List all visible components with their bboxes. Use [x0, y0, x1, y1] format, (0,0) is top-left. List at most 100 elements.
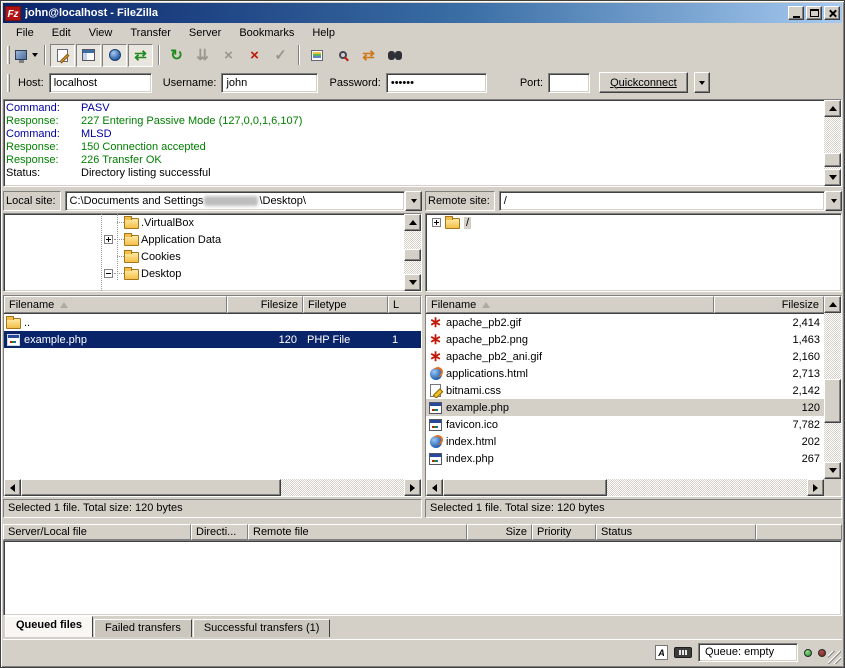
maximize-button[interactable] — [806, 6, 822, 20]
menu-server[interactable]: Server — [180, 25, 230, 41]
scroll-track[interactable] — [21, 479, 404, 496]
port-input[interactable] — [548, 73, 590, 93]
toggle-message-log-button[interactable] — [50, 44, 75, 67]
local-hscrollbar[interactable] — [4, 479, 421, 496]
remote-hscrollbar[interactable] — [426, 479, 824, 496]
menu-file[interactable]: File — [7, 25, 43, 41]
filename-filters-button[interactable] — [330, 44, 355, 67]
remote-site-combo[interactable]: / — [499, 191, 842, 211]
scroll-up-button[interactable] — [404, 214, 421, 231]
toggle-queue-button[interactable]: ⇄ — [128, 44, 153, 67]
scroll-thumb[interactable] — [21, 479, 281, 496]
menu-view[interactable]: View — [80, 25, 122, 41]
scroll-down-button[interactable] — [824, 169, 841, 186]
file-row[interactable]: ∗apache_pb2.png1,463 — [426, 331, 824, 348]
scroll-thumb[interactable] — [404, 249, 421, 261]
tree-item-virtualbox[interactable]: .VirtualBox — [4, 214, 421, 231]
scroll-track[interactable] — [824, 313, 841, 462]
toggle-local-tree-button[interactable] — [76, 44, 101, 67]
menu-bookmarks[interactable]: Bookmarks — [230, 25, 303, 41]
column-header-filetype[interactable]: Filetype — [303, 296, 388, 313]
tree-item-root[interactable]: / — [426, 214, 841, 231]
file-row-parent-dir[interactable]: .. — [4, 314, 421, 331]
column-header-server-local-file[interactable]: Server/Local file — [3, 524, 191, 540]
close-icon — [828, 9, 837, 18]
scroll-track[interactable] — [443, 479, 807, 496]
local-path-field[interactable]: C:\Documents and Settings\Desktop\ — [65, 191, 405, 211]
remote-path-field[interactable]: / — [499, 191, 825, 211]
local-site-dropdown-button[interactable] — [405, 191, 422, 211]
tab-queued-files[interactable]: Queued files — [5, 616, 93, 637]
scroll-thumb[interactable] — [443, 479, 607, 496]
file-row[interactable]: index.php267 — [426, 450, 824, 467]
file-row[interactable]: index.html202 — [426, 433, 824, 450]
file-row[interactable]: favicon.ico7,782 — [426, 416, 824, 433]
status-badge-icon[interactable] — [674, 647, 692, 658]
expand-plus-icon[interactable] — [432, 218, 441, 227]
scroll-down-button[interactable] — [404, 274, 421, 291]
queue-list[interactable] — [3, 540, 842, 616]
cancel-operation-button[interactable]: × — [216, 44, 241, 67]
column-header-filesize[interactable]: Filesize — [227, 296, 303, 313]
menu-edit[interactable]: Edit — [43, 25, 80, 41]
process-queue-button[interactable]: ⇊ — [190, 44, 215, 67]
tab-successful-transfers[interactable]: Successful transfers (1) — [193, 619, 331, 637]
directory-comparison-button[interactable] — [304, 44, 329, 67]
site-manager-button[interactable] — [14, 44, 39, 67]
column-header-remote-file[interactable]: Remote file — [248, 524, 467, 540]
local-tree-scrollbar[interactable] — [404, 214, 421, 291]
menu-help[interactable]: Help — [303, 25, 344, 41]
collapse-minus-icon[interactable] — [104, 269, 113, 278]
scroll-thumb[interactable] — [824, 379, 841, 423]
column-header-status[interactable]: Status — [596, 524, 756, 540]
tree-item-cookies[interactable]: Cookies — [4, 248, 421, 265]
host-input[interactable] — [49, 73, 152, 93]
scroll-track[interactable] — [404, 231, 421, 274]
file-row[interactable]: ∗apache_pb2.gif2,414 — [426, 314, 824, 331]
resize-grip[interactable] — [828, 651, 841, 664]
column-header-priority[interactable]: Priority — [532, 524, 596, 540]
file-row[interactable]: ∗apache_pb2_ani.gif2,160 — [426, 348, 824, 365]
remote-vscrollbar[interactable] — [824, 296, 841, 479]
datatype-indicator-icon[interactable]: A — [655, 645, 668, 660]
minimize-button[interactable] — [788, 6, 804, 20]
tab-failed-transfers[interactable]: Failed transfers — [94, 619, 192, 637]
scroll-left-button[interactable] — [426, 479, 443, 496]
file-row-selected[interactable]: example.php 120PHP File1 — [4, 331, 421, 348]
toggle-remote-tree-button[interactable] — [102, 44, 127, 67]
scroll-left-button[interactable] — [4, 479, 21, 496]
remote-site-dropdown-button[interactable] — [825, 191, 842, 211]
scroll-up-button[interactable] — [824, 100, 841, 117]
tree-item-application-data[interactable]: Application Data — [4, 231, 421, 248]
column-header-filename[interactable]: Filename — [4, 296, 227, 313]
close-button[interactable] — [824, 6, 840, 20]
reconnect-button[interactable]: ✓ — [268, 44, 293, 67]
file-row[interactable]: bitnami.css2,142 — [426, 382, 824, 399]
column-header-modified[interactable]: L — [388, 296, 421, 313]
local-site-combo[interactable]: C:\Documents and Settings\Desktop\ — [65, 191, 422, 211]
refresh-button[interactable]: ↻ — [164, 44, 189, 67]
scroll-up-button[interactable] — [824, 296, 841, 313]
find-files-button[interactable] — [382, 44, 407, 67]
column-header-filesize[interactable]: Filesize — [714, 296, 824, 313]
expand-plus-icon[interactable] — [104, 235, 113, 244]
password-input[interactable] — [386, 73, 487, 93]
scroll-right-button[interactable] — [404, 479, 421, 496]
scroll-thumb[interactable] — [824, 153, 841, 167]
scroll-down-button[interactable] — [824, 462, 841, 479]
quickconnect-dropdown-button[interactable] — [694, 72, 710, 93]
disconnect-button[interactable]: × — [242, 44, 267, 67]
column-header-filename[interactable]: Filename — [426, 296, 714, 313]
file-row-selected[interactable]: example.php120 — [426, 399, 824, 416]
scroll-track[interactable] — [824, 117, 841, 169]
menu-transfer[interactable]: Transfer — [121, 25, 180, 41]
log-scrollbar[interactable] — [824, 100, 841, 186]
tree-item-desktop[interactable]: Desktop — [4, 265, 421, 282]
username-input[interactable] — [221, 73, 318, 93]
column-header-size[interactable]: Size — [467, 524, 532, 540]
file-row[interactable]: applications.html2,713 — [426, 365, 824, 382]
quickconnect-button[interactable]: Quickconnect — [599, 72, 688, 93]
scroll-right-button[interactable] — [807, 479, 824, 496]
column-header-direction[interactable]: Directi... — [191, 524, 248, 540]
synchronized-browsing-button[interactable]: ⇄ — [356, 44, 381, 67]
